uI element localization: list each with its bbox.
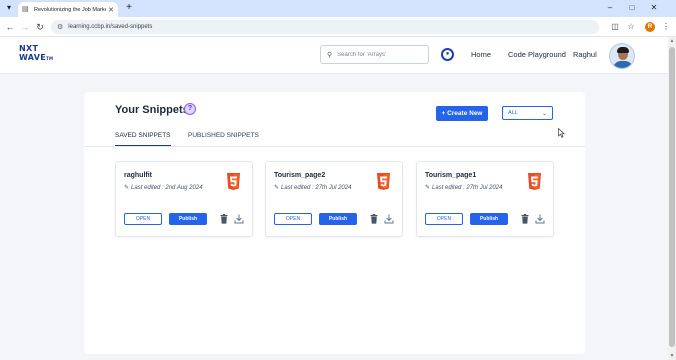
close-tab-icon[interactable]: ✕ bbox=[108, 6, 114, 14]
logo-tm: TM bbox=[45, 56, 54, 61]
help-icon[interactable]: ? bbox=[184, 103, 196, 115]
page-scrollbar[interactable]: ▲ ▼ bbox=[668, 37, 676, 360]
create-new-button[interactable]: + Create New bbox=[436, 106, 488, 121]
url-text: learning.ccbp.in/saved-snippets bbox=[68, 24, 153, 30]
scroll-thumb[interactable] bbox=[669, 47, 675, 347]
snippet-last-edited: ✎ Last edited : 2nd Aug 2024 bbox=[124, 184, 203, 191]
tabs-divider bbox=[84, 146, 585, 147]
back-icon[interactable]: ← bbox=[4, 21, 16, 33]
nav-home-link[interactable]: Home bbox=[471, 50, 491, 59]
tab-search-icon[interactable]: ▾ bbox=[3, 2, 15, 14]
snippet-last-edited-text: Last edited : 27th Jul 2024 bbox=[432, 185, 503, 191]
download-icon[interactable] bbox=[535, 214, 545, 224]
profile-avatar-icon[interactable]: R bbox=[645, 22, 655, 32]
trash-icon[interactable] bbox=[220, 214, 228, 224]
snippet-card: Tourism_page1 ✎ Last edited : 27th Jul 20… bbox=[416, 161, 554, 237]
browser-tab[interactable]: ▤ Revolutionizing the Job Market ✕ bbox=[18, 2, 118, 17]
snippet-last-edited-text: Last edited : 2nd Aug 2024 bbox=[131, 185, 203, 191]
trash-icon[interactable] bbox=[370, 214, 378, 224]
new-tab-icon[interactable]: + bbox=[123, 2, 135, 14]
scroll-up-icon[interactable]: ▲ bbox=[668, 37, 676, 45]
snippet-card: Tourism_page2 ✎ Last edited : 27th Jul 20… bbox=[265, 161, 403, 237]
avatar-hair bbox=[617, 47, 629, 53]
mouse-cursor-icon bbox=[558, 128, 565, 138]
open-button[interactable]: OPEN bbox=[124, 213, 162, 225]
streak-icon[interactable]: ● bbox=[441, 48, 454, 61]
scroll-down-icon[interactable]: ▼ bbox=[668, 352, 676, 360]
filter-value: ALL bbox=[508, 110, 518, 116]
snippet-name: Tourism_page1 bbox=[425, 172, 477, 179]
html5-icon bbox=[528, 173, 541, 190]
maximize-icon[interactable]: □ bbox=[626, 2, 638, 14]
bookmark-star-icon[interactable]: ☆ bbox=[625, 21, 637, 33]
pencil-icon: ✎ bbox=[124, 185, 130, 191]
browser-menu-icon[interactable]: ⋮ bbox=[660, 21, 672, 33]
snippet-last-edited: ✎ Last edited : 27th Jul 2024 bbox=[274, 184, 351, 191]
tab-published-snippets[interactable]: PUBLISHED SNIPPETS bbox=[188, 130, 259, 147]
page-favicon-icon: ▤ bbox=[22, 5, 29, 13]
snippets-panel: Your Snippets ? + Create New ALL ⌄ SAVED… bbox=[84, 92, 585, 354]
reload-icon[interactable]: ↻ bbox=[34, 21, 46, 33]
minimize-icon[interactable]: – bbox=[604, 2, 616, 14]
html5-icon bbox=[377, 173, 390, 190]
snippet-last-edited: ✎ Last edited : 27th Jul 2024 bbox=[425, 184, 502, 191]
forward-icon[interactable]: → bbox=[19, 21, 31, 33]
avatar-body bbox=[613, 61, 633, 68]
tab-saved-snippets[interactable]: SAVED SNIPPETS bbox=[115, 130, 171, 147]
trash-icon[interactable] bbox=[521, 214, 529, 224]
chevron-down-icon: ⌄ bbox=[541, 110, 547, 117]
logo-line-2-text: WAVE bbox=[19, 53, 46, 62]
filter-select[interactable]: ALL ⌄ bbox=[502, 106, 553, 120]
open-button[interactable]: OPEN bbox=[425, 213, 463, 225]
download-icon[interactable] bbox=[384, 214, 394, 224]
browser-tabstrip: ▾ ▤ Revolutionizing the Job Market ✕ + –… bbox=[0, 0, 676, 17]
search-box[interactable]: ⚲ bbox=[320, 45, 429, 64]
snippet-name: Tourism_page2 bbox=[274, 172, 326, 179]
user-avatar[interactable] bbox=[609, 43, 635, 69]
page-title: Your Snippets bbox=[115, 104, 189, 116]
nav-profile-name[interactable]: Raghul bbox=[573, 50, 597, 59]
snippet-last-edited-text: Last edited : 27th Jul 2024 bbox=[281, 185, 352, 191]
snippet-card: raghulfit ✎ Last edited : 2nd Aug 2024 OP… bbox=[115, 161, 253, 237]
app-header: NXT WAVETM ⚲ ● Home Code Playground Ragh… bbox=[0, 37, 668, 74]
close-window-icon[interactable]: ✕ bbox=[648, 2, 660, 14]
logo-line-1: NXT bbox=[19, 44, 39, 53]
nxtwave-logo[interactable]: NXT WAVETM bbox=[19, 44, 57, 66]
search-input[interactable] bbox=[337, 51, 423, 58]
site-info-icon[interactable]: ⚙ bbox=[57, 23, 63, 31]
pencil-icon: ✎ bbox=[425, 185, 431, 191]
snippet-name: raghulfit bbox=[124, 172, 152, 179]
download-icon[interactable] bbox=[234, 214, 244, 224]
pencil-icon: ✎ bbox=[274, 185, 280, 191]
search-icon: ⚲ bbox=[327, 51, 333, 59]
browser-tab-title: Revolutionizing the Job Market bbox=[34, 6, 107, 13]
publish-button[interactable]: Publish bbox=[319, 213, 357, 225]
install-app-icon[interactable]: ◫ bbox=[609, 21, 621, 33]
html5-icon bbox=[227, 173, 240, 190]
open-button[interactable]: OPEN bbox=[274, 213, 312, 225]
nav-code-playground-link[interactable]: Code Playground bbox=[508, 50, 566, 59]
browser-toolbar: ← → ↻ ⚙ learning.ccbp.in/saved-snippets … bbox=[0, 17, 676, 37]
publish-button[interactable]: Publish bbox=[169, 213, 207, 225]
address-bar[interactable]: ⚙ learning.ccbp.in/saved-snippets bbox=[51, 20, 599, 34]
logo-line-2: WAVETM bbox=[19, 53, 57, 63]
publish-button[interactable]: Publish bbox=[470, 213, 508, 225]
